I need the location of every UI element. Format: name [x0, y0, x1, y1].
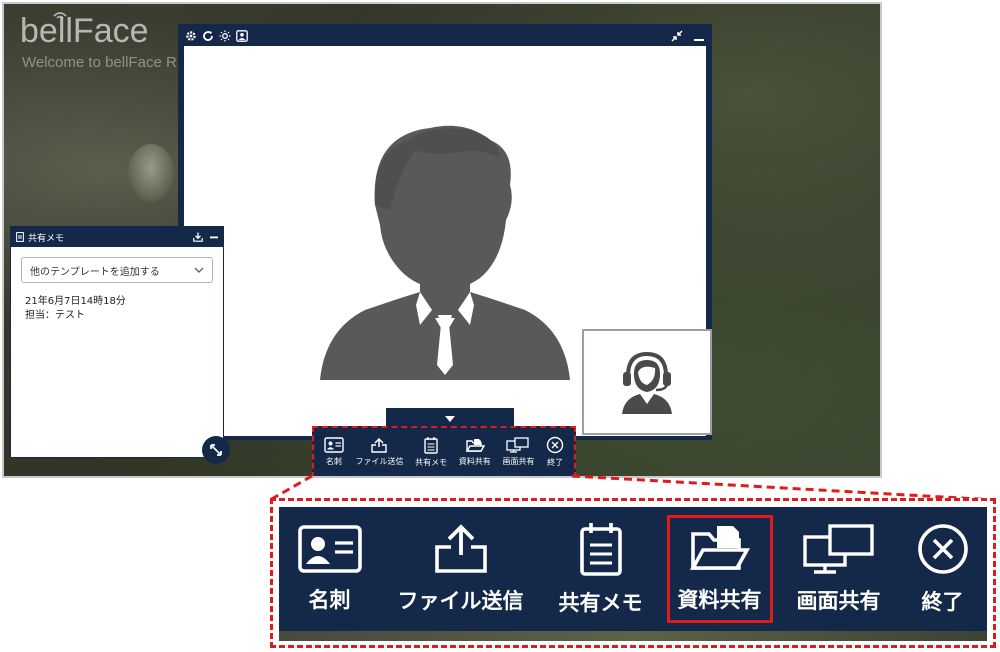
- toolbar-item-document-share[interactable]: 資料共有: [666, 515, 773, 623]
- toolbar-item-business-card[interactable]: 名刺: [289, 518, 371, 620]
- call-toolbar-zoomed: 名刺 ファイル送信 共有メモ 資料共有 画面共有 終了: [270, 498, 996, 648]
- file-upload-icon: [434, 524, 487, 573]
- toolbar-item-file-send[interactable]: ファイル送信: [390, 517, 532, 621]
- business-card-icon: [297, 525, 362, 573]
- toolbar-label: 画面共有: [796, 589, 881, 613]
- memo-icon: [579, 523, 622, 576]
- toolbar-label: 終了: [921, 590, 964, 614]
- document-share-icon: [689, 526, 750, 570]
- toolbar-item-end[interactable]: 終了: [908, 516, 978, 622]
- toolbar-item-shared-memo[interactable]: 共有メモ: [551, 515, 651, 623]
- toolbar-item-screen-share[interactable]: 画面共有: [789, 517, 889, 621]
- toolbar-label: 名刺: [308, 588, 351, 612]
- screen-share-icon: [802, 524, 874, 574]
- background-strip: [279, 631, 987, 641]
- toolbar-label: 資料共有: [677, 588, 762, 612]
- close-circle-icon: [917, 524, 968, 574]
- toolbar-label: 共有メモ: [558, 591, 643, 615]
- toolbar-label: ファイル送信: [397, 589, 524, 613]
